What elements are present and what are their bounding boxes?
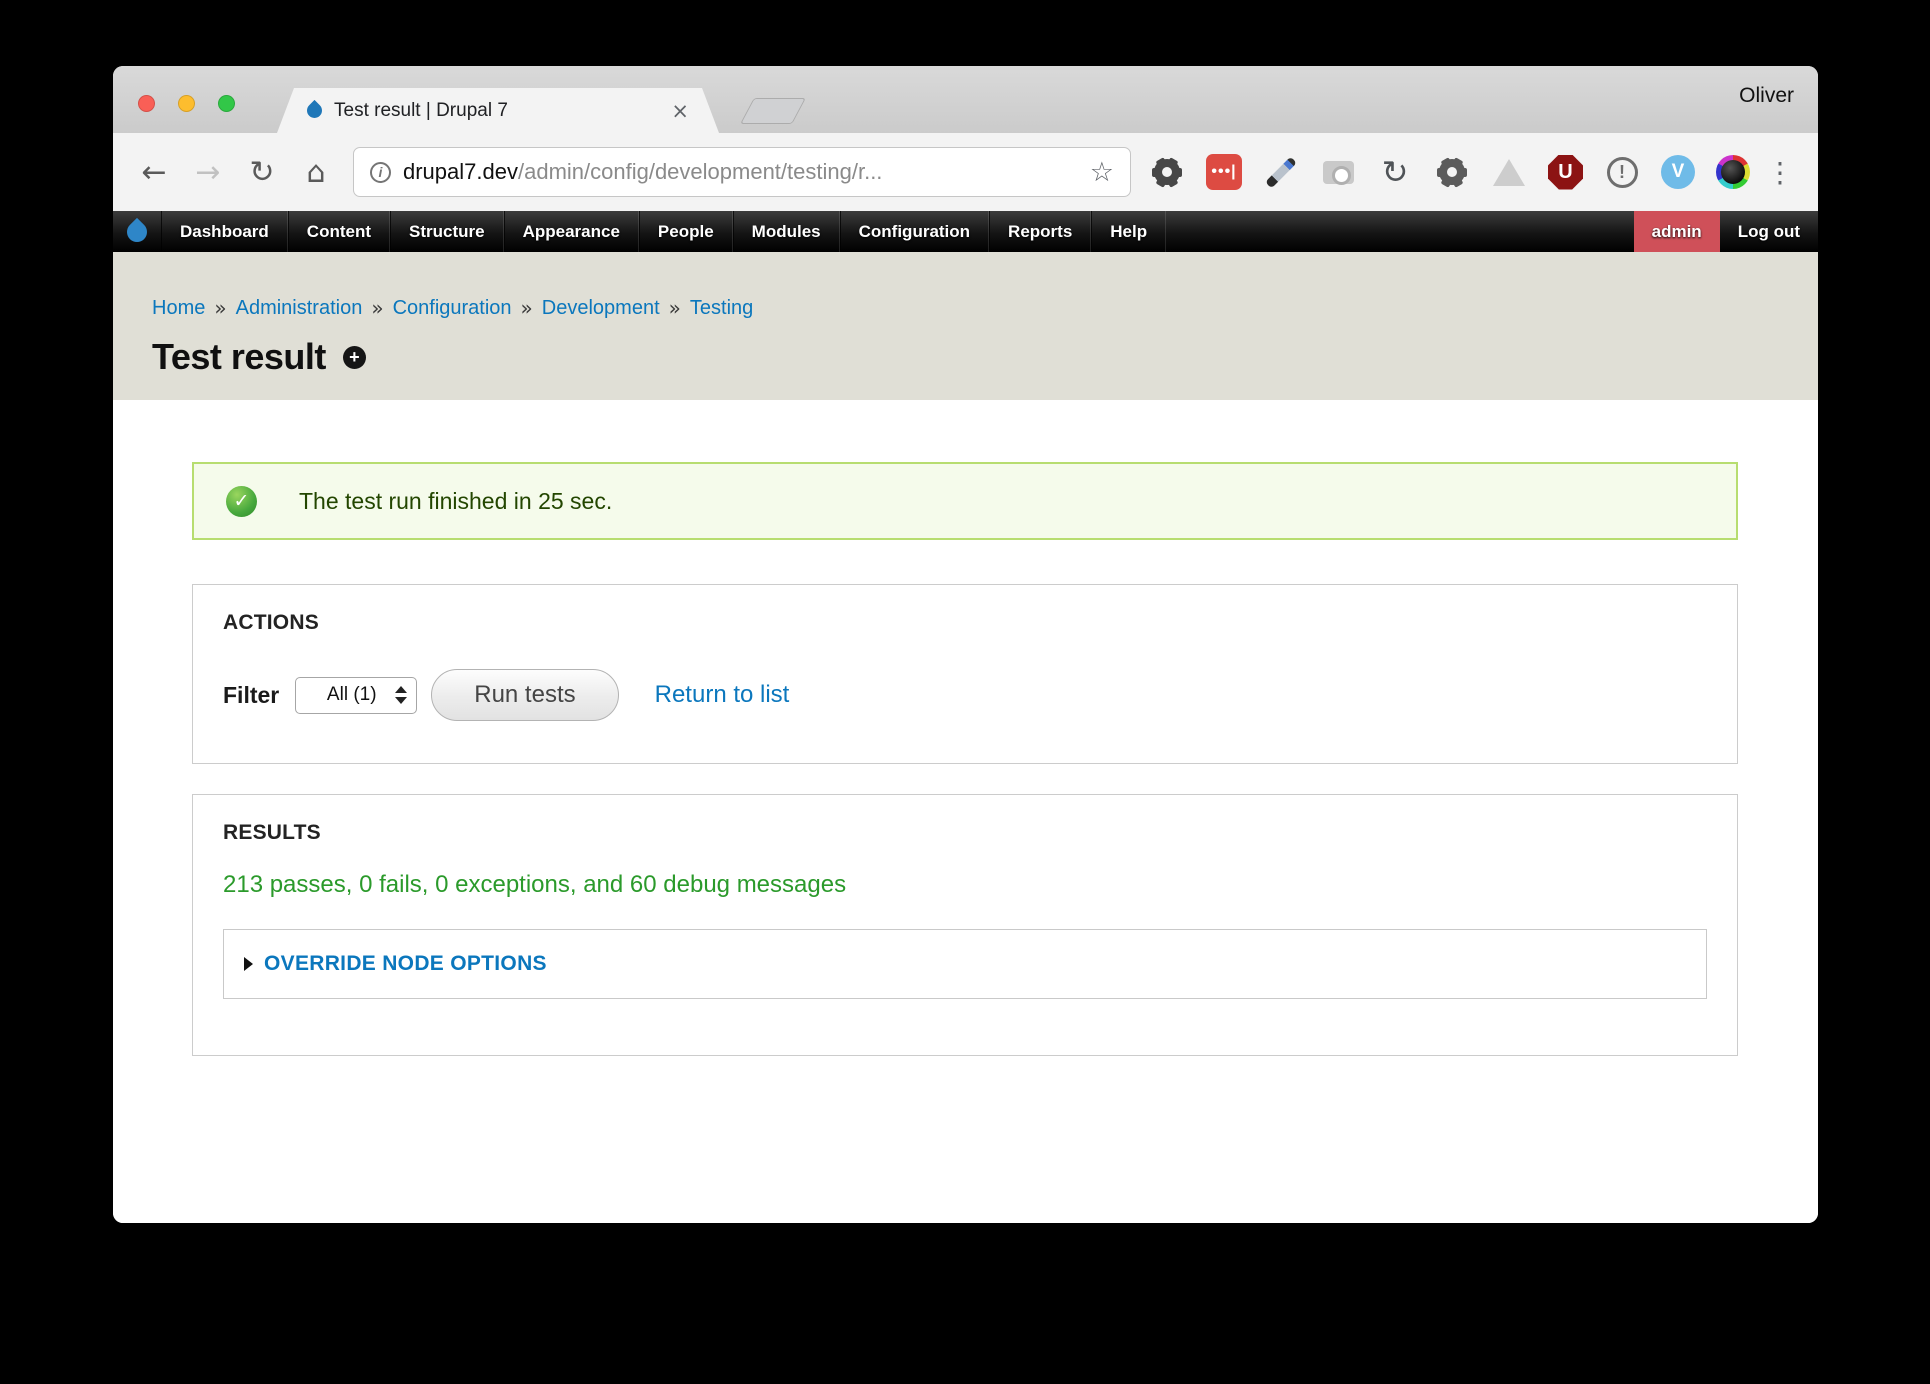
toolbar-logout[interactable]: Log out: [1720, 211, 1818, 252]
toolbar-item-people[interactable]: People: [639, 211, 733, 252]
breadcrumb-testing[interactable]: Testing: [690, 297, 753, 320]
toolbar-item-appearance[interactable]: Appearance: [504, 211, 639, 252]
select-arrows-icon: [395, 686, 407, 704]
results-summary: 213 passes, 0 fails, 0 exceptions, and 6…: [223, 871, 1707, 899]
page-header: Home » Administration » Configuration » …: [113, 252, 1818, 400]
url-host: drupal7.dev: [403, 159, 518, 185]
eyedropper-extension-icon[interactable]: [1263, 154, 1299, 190]
breadcrumb-separator: »: [669, 296, 681, 320]
toolbar-user-admin[interactable]: admin: [1634, 211, 1720, 252]
toolbar-item-modules[interactable]: Modules: [733, 211, 840, 252]
results-heading: RESULTS: [223, 821, 1707, 845]
breadcrumb-development[interactable]: Development: [542, 297, 660, 320]
camera-extension-icon[interactable]: [1320, 154, 1356, 190]
close-window-button[interactable]: [138, 95, 155, 112]
back-icon[interactable]: ←: [127, 155, 181, 190]
url-path: /admin/config/development/testing/r...: [518, 159, 1080, 185]
filter-select[interactable]: All (1): [295, 677, 417, 714]
browser-toolbar: ← → ↻ ⌂ i drupal7.dev /admin/config/deve…: [113, 133, 1818, 211]
filter-label: Filter: [223, 682, 279, 709]
new-tab-button[interactable]: [740, 98, 806, 124]
traffic-lights: [138, 95, 235, 112]
chrome-menu-icon[interactable]: ⋮: [1766, 156, 1794, 189]
toolbar-item-content[interactable]: Content: [288, 211, 390, 252]
password-manager-extension-icon[interactable]: •••|: [1206, 154, 1242, 190]
home-icon[interactable]: ⌂: [289, 155, 343, 190]
reload-icon[interactable]: ↻: [235, 155, 289, 190]
sync-extension-icon[interactable]: ↻: [1377, 154, 1413, 190]
status-message: ✓ The test run finished in 25 sec.: [192, 462, 1738, 540]
override-node-options-fieldset[interactable]: OVERRIDE NODE OPTIONS: [223, 929, 1707, 999]
status-text: The test run finished in 25 sec.: [299, 488, 612, 515]
extension-icons: •••| ↻ U ! V: [1149, 154, 1750, 190]
tab-title: Test result | Drupal 7: [334, 100, 663, 122]
filter-selected-value: All (1): [308, 684, 395, 706]
address-bar[interactable]: i drupal7.dev /admin/config/development/…: [353, 147, 1131, 197]
exclamation-circle-extension-icon[interactable]: !: [1604, 154, 1640, 190]
return-to-list-link[interactable]: Return to list: [655, 681, 790, 709]
breadcrumb-separator: »: [214, 296, 226, 320]
actions-panel: ACTIONS Filter All (1) Run tests Return …: [192, 584, 1738, 764]
toolbar-item-help[interactable]: Help: [1091, 211, 1166, 252]
toolbar-item-configuration[interactable]: Configuration: [840, 211, 989, 252]
ublock-extension-icon[interactable]: U: [1548, 155, 1583, 190]
title-bar: Test result | Drupal 7 × Oliver: [113, 66, 1818, 133]
drupal-admin-toolbar: Dashboard Content Structure Appearance P…: [113, 211, 1818, 252]
forward-icon[interactable]: →: [181, 155, 235, 190]
drupal-favicon-icon: [304, 100, 325, 121]
zoom-window-button[interactable]: [218, 95, 235, 112]
site-info-icon[interactable]: i: [370, 162, 391, 183]
v-badge-extension-icon[interactable]: V: [1661, 155, 1695, 189]
minimize-window-button[interactable]: [178, 95, 195, 112]
toolbar-item-dashboard[interactable]: Dashboard: [161, 211, 288, 252]
status-ok-icon: ✓: [226, 486, 257, 517]
drupal-logo-icon[interactable]: [113, 211, 161, 252]
dark-gear-extension-icon[interactable]: [1434, 154, 1470, 190]
page-title: Test result: [152, 336, 326, 378]
tab-close-icon[interactable]: ×: [671, 99, 689, 123]
run-tests-button[interactable]: Run tests: [431, 669, 618, 721]
browser-window: Test result | Drupal 7 × Oliver ← → ↻ ⌂ …: [113, 66, 1818, 1223]
breadcrumb-separator: »: [371, 296, 383, 320]
browser-tab[interactable]: Test result | Drupal 7 ×: [277, 88, 719, 133]
override-node-options-link[interactable]: OVERRIDE NODE OPTIONS: [264, 952, 547, 976]
actions-heading: ACTIONS: [223, 611, 1707, 635]
breadcrumb-home[interactable]: Home: [152, 297, 205, 320]
toolbar-item-structure[interactable]: Structure: [390, 211, 504, 252]
add-shortcut-icon[interactable]: +: [343, 346, 366, 369]
chrome-profile-name[interactable]: Oliver: [1739, 84, 1794, 108]
bookmark-star-icon[interactable]: ☆: [1090, 157, 1114, 188]
gear-extension-icon[interactable]: [1149, 154, 1185, 190]
breadcrumb: Home » Administration » Configuration » …: [152, 296, 1818, 320]
camera-lens-extension-icon[interactable]: [1716, 155, 1750, 189]
toolbar-item-reports[interactable]: Reports: [989, 211, 1091, 252]
breadcrumb-configuration[interactable]: Configuration: [393, 297, 512, 320]
collapse-arrow-icon: [244, 957, 253, 971]
drive-extension-icon[interactable]: [1491, 154, 1527, 190]
results-panel: RESULTS 213 passes, 0 fails, 0 exception…: [192, 794, 1738, 1056]
breadcrumb-administration[interactable]: Administration: [236, 297, 363, 320]
main-content: ✓ The test run finished in 25 sec. ACTIO…: [113, 400, 1818, 1223]
breadcrumb-separator: »: [521, 296, 533, 320]
